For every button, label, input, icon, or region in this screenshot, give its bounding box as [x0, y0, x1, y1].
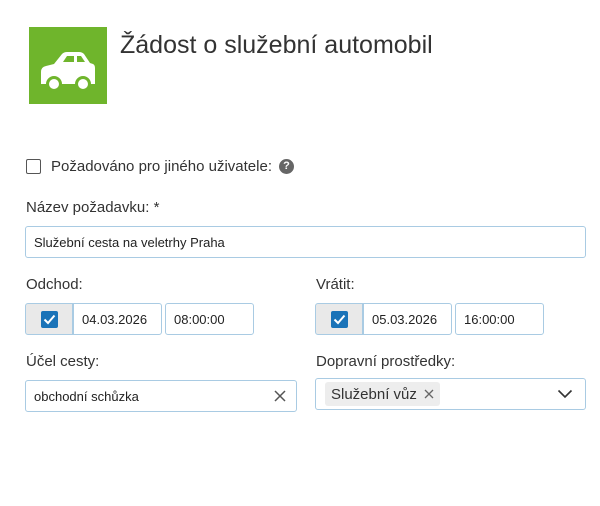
transport-select[interactable]: Služební vůz — [315, 378, 586, 410]
chevron-down-icon[interactable] — [557, 389, 573, 399]
departure-date-input[interactable]: 04.03.2026 — [73, 303, 162, 335]
transport-tag: Služební vůz — [325, 382, 440, 406]
departure-time-input[interactable]: 08:00:00 — [165, 303, 254, 335]
app-icon — [29, 27, 107, 104]
page-title: Žádost o služební automobil — [120, 31, 433, 59]
return-date-input[interactable]: 05.03.2026 — [363, 303, 452, 335]
checkmark-icon — [333, 314, 345, 324]
other-user-row: Požadováno pro jiného uživatele: ? — [26, 156, 294, 176]
tag-remove-icon[interactable] — [424, 389, 434, 399]
departure-label: Odchod: — [26, 276, 83, 293]
help-icon[interactable]: ? — [279, 158, 294, 174]
clear-icon[interactable] — [273, 389, 287, 403]
purpose-input[interactable]: obchodní schůzka — [25, 380, 297, 412]
departure-enable-cell[interactable] — [25, 303, 73, 335]
purpose-value: obchodní schůzka — [34, 388, 139, 404]
transport-tag-label: Služební vůz — [331, 385, 417, 403]
other-user-checkbox[interactable] — [26, 158, 41, 174]
car-icon — [41, 52, 95, 92]
checkmark-icon — [43, 314, 55, 324]
purpose-label: Účel cesty: — [26, 353, 100, 370]
other-user-label: Požadováno pro jiného uživatele: — [51, 157, 272, 175]
return-label: Vrátit: — [316, 276, 355, 293]
request-name-label: Název požadavku: * — [26, 199, 160, 216]
request-name-input[interactable]: Služební cesta na veletrhy Praha — [25, 226, 586, 258]
transport-label: Dopravní prostředky: — [316, 353, 456, 370]
return-checkbox[interactable] — [330, 310, 348, 328]
return-enable-cell[interactable] — [315, 303, 363, 335]
return-time-input[interactable]: 16:00:00 — [455, 303, 544, 335]
departure-checkbox[interactable] — [40, 310, 58, 328]
